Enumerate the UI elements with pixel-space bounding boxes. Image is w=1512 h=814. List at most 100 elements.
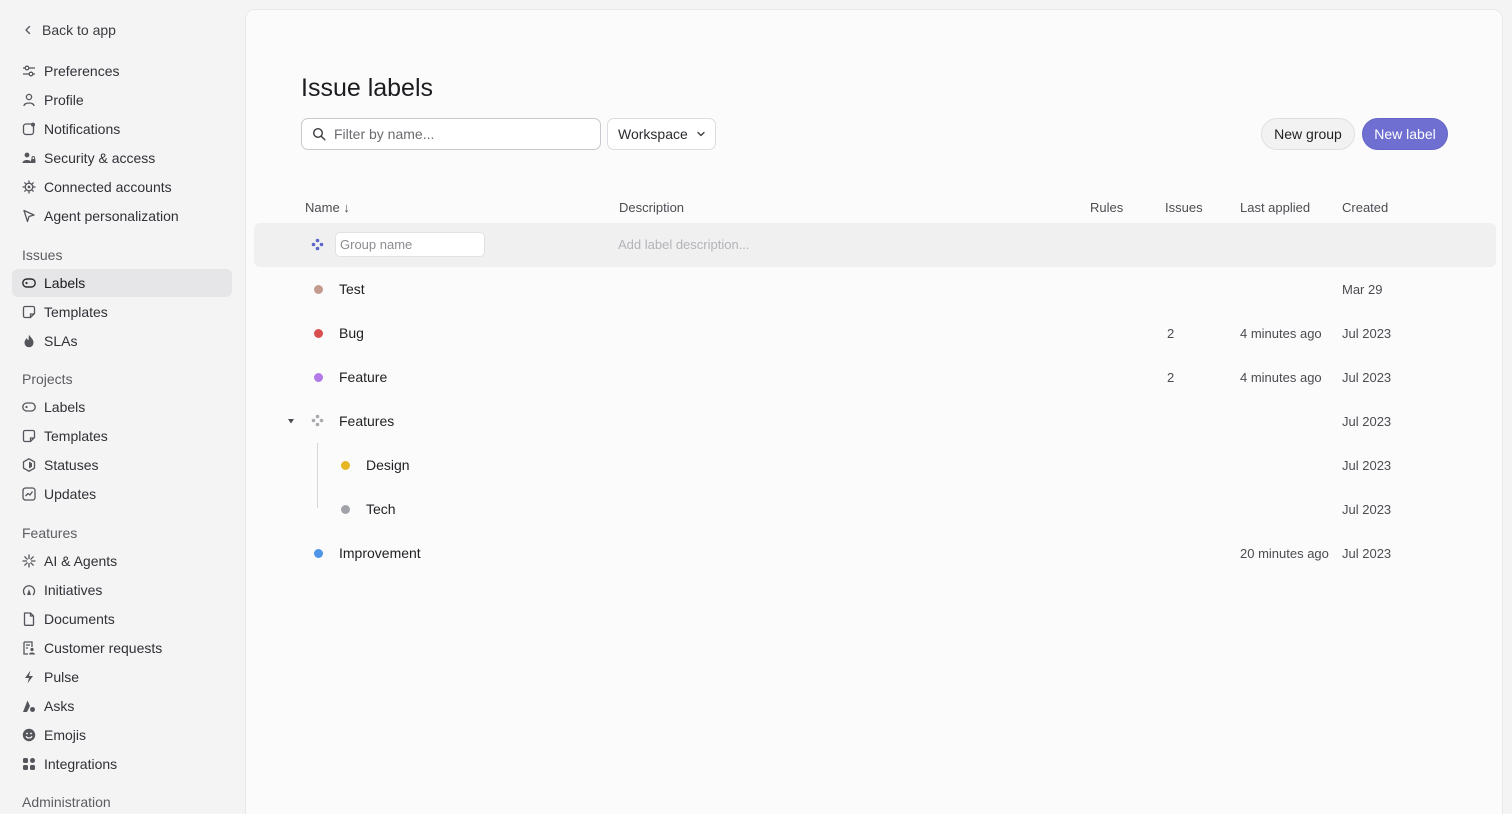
- sidebar-item-notifications[interactable]: Notifications: [12, 115, 232, 143]
- sidebar-item-project-labels[interactable]: Labels: [12, 393, 232, 421]
- template-icon: [22, 429, 36, 443]
- sidebar-item-label: Templates: [44, 304, 108, 320]
- sidebar-item-slas[interactable]: SLAs: [12, 327, 232, 355]
- sidebar-item-label: Documents: [44, 611, 115, 627]
- label-color-dot: [314, 329, 323, 338]
- filter-by-name-input[interactable]: [334, 126, 584, 142]
- tag-icon: [22, 278, 36, 288]
- column-header-created[interactable]: Created: [1342, 200, 1388, 215]
- sidebar-item-agent-personalization[interactable]: Agent personalization: [12, 202, 232, 230]
- last-applied: 4 minutes ago: [1240, 325, 1322, 341]
- issue-count: 2: [1167, 369, 1175, 385]
- sidebar-item-emojis[interactable]: Emojis: [12, 721, 232, 749]
- table-row[interactable]: Feature 2 4 minutes ago Jul 2023: [254, 355, 1496, 399]
- sidebar-item-label: Pulse: [44, 669, 80, 685]
- last-applied: 20 minutes ago: [1240, 545, 1329, 561]
- section-title-projects: Projects: [22, 371, 73, 387]
- sidebar-item-ai-agents[interactable]: AI & Agents: [12, 547, 232, 575]
- sidebar-item-connected-accounts[interactable]: Connected accounts: [12, 173, 232, 201]
- column-header-name[interactable]: Name ↓: [305, 200, 350, 215]
- label-color-dot: [341, 505, 350, 514]
- users-lock-icon: [22, 152, 36, 163]
- sidebar-item-integrations[interactable]: Integrations: [12, 750, 232, 778]
- filter-search[interactable]: [301, 118, 601, 150]
- column-header-issues[interactable]: Issues: [1165, 200, 1203, 215]
- customer-request-icon: [23, 641, 35, 655]
- new-group-button[interactable]: New group: [1261, 118, 1355, 150]
- initiative-icon: [22, 585, 36, 596]
- new-label-label: New label: [1374, 126, 1436, 142]
- sidebar-item-label: Connected accounts: [44, 179, 172, 195]
- sidebar-item-asks[interactable]: Asks: [12, 692, 232, 720]
- gear-icon: [22, 180, 36, 194]
- sidebar-item-label: Agent personalization: [44, 208, 179, 224]
- sidebar-item-initiatives[interactable]: Initiatives: [12, 576, 232, 604]
- column-header-rules[interactable]: Rules: [1090, 200, 1123, 215]
- document-icon: [23, 612, 35, 626]
- label-color-dot: [341, 461, 350, 470]
- section-title-features: Features: [22, 525, 78, 541]
- table-row[interactable]: Bug 2 4 minutes ago Jul 2023: [254, 311, 1496, 355]
- chart-icon: [22, 487, 36, 501]
- sidebar-item-label: Customer requests: [44, 640, 163, 656]
- workspace-scope-dropdown[interactable]: Workspace: [607, 118, 716, 150]
- issue-labels-panel: Issue labels Workspace New group New lab…: [245, 9, 1503, 814]
- sidebar-item-customer-requests[interactable]: Customer requests: [12, 634, 232, 662]
- agent-icon: [23, 209, 35, 223]
- sidebar-item-label: SLAs: [44, 333, 78, 349]
- created-date: Jul 2023: [1342, 413, 1392, 429]
- sidebar-item-label: AI & Agents: [44, 553, 118, 569]
- created-date: Jul 2023: [1342, 501, 1392, 517]
- sidebar-item-label: Emojis: [44, 727, 87, 743]
- sidebar-item-label: Statuses: [44, 457, 99, 473]
- new-label-button[interactable]: New label: [1362, 118, 1448, 150]
- sidebar-item-label: Updates: [44, 486, 97, 502]
- section-title-administration: Administration: [22, 794, 111, 810]
- sidebar-item-label: Preferences: [44, 63, 120, 79]
- sidebar-item-statuses[interactable]: Statuses: [12, 451, 232, 479]
- label-color-dot: [314, 373, 323, 382]
- sidebar-item-preferences[interactable]: Preferences: [12, 57, 232, 85]
- table-row[interactable]: Tech Jul 2023: [254, 487, 1496, 531]
- created-date: Mar 29: [1342, 281, 1383, 297]
- label-name: Features: [339, 413, 395, 429]
- asks-icon: [23, 700, 35, 712]
- sidebar-item-project-templates[interactable]: Templates: [12, 422, 232, 450]
- table-row[interactable]: Improvement 20 minutes ago Jul 2023: [254, 531, 1496, 575]
- sidebar-item-label: Labels: [44, 275, 86, 291]
- integrations-icon: [23, 758, 35, 770]
- table-row[interactable]: Design Jul 2023: [254, 443, 1496, 487]
- table-row-group[interactable]: Features Jul 2023: [254, 399, 1496, 443]
- column-header-last-applied[interactable]: Last applied: [1240, 200, 1310, 215]
- sidebar-item-profile[interactable]: Profile: [12, 86, 232, 114]
- back-label: Back to app: [42, 22, 116, 38]
- sidebar-item-label: Initiatives: [44, 582, 103, 598]
- hexagon-icon: [22, 458, 36, 472]
- label-name: Bug: [339, 325, 364, 341]
- sidebar-item-label: Templates: [44, 428, 108, 444]
- group-name-input[interactable]: [335, 232, 485, 257]
- sidebar-item-label: Integrations: [44, 756, 118, 772]
- sidebar-item-issue-labels[interactable]: Labels: [12, 269, 232, 297]
- sidebar-item-updates[interactable]: Updates: [12, 480, 232, 508]
- caret-down-icon[interactable]: [287, 417, 295, 425]
- label-color-dot: [314, 285, 323, 294]
- section-title-issues: Issues: [22, 247, 63, 263]
- label-name: Tech: [366, 501, 396, 517]
- notification-icon: [22, 122, 35, 136]
- back-to-app-link[interactable]: Back to app: [22, 20, 116, 40]
- label-name: Improvement: [339, 545, 421, 561]
- created-date: Jul 2023: [1342, 369, 1392, 385]
- column-header-description[interactable]: Description: [619, 200, 684, 215]
- label-color-dot: [314, 549, 323, 558]
- sidebar-item-pulse[interactable]: Pulse: [12, 663, 232, 691]
- sidebar-item-issue-templates[interactable]: Templates: [12, 298, 232, 326]
- sidebar-item-security[interactable]: Security & access: [12, 144, 232, 172]
- page-title: Issue labels: [301, 74, 434, 102]
- label-description-input[interactable]: [618, 232, 918, 257]
- sidebar-item-label: Profile: [44, 92, 84, 108]
- sidebar-item-documents[interactable]: Documents: [12, 605, 232, 633]
- label-group-icon: [311, 238, 324, 251]
- table-row[interactable]: Test Mar 29: [254, 267, 1496, 311]
- chevron-down-icon: [697, 131, 705, 137]
